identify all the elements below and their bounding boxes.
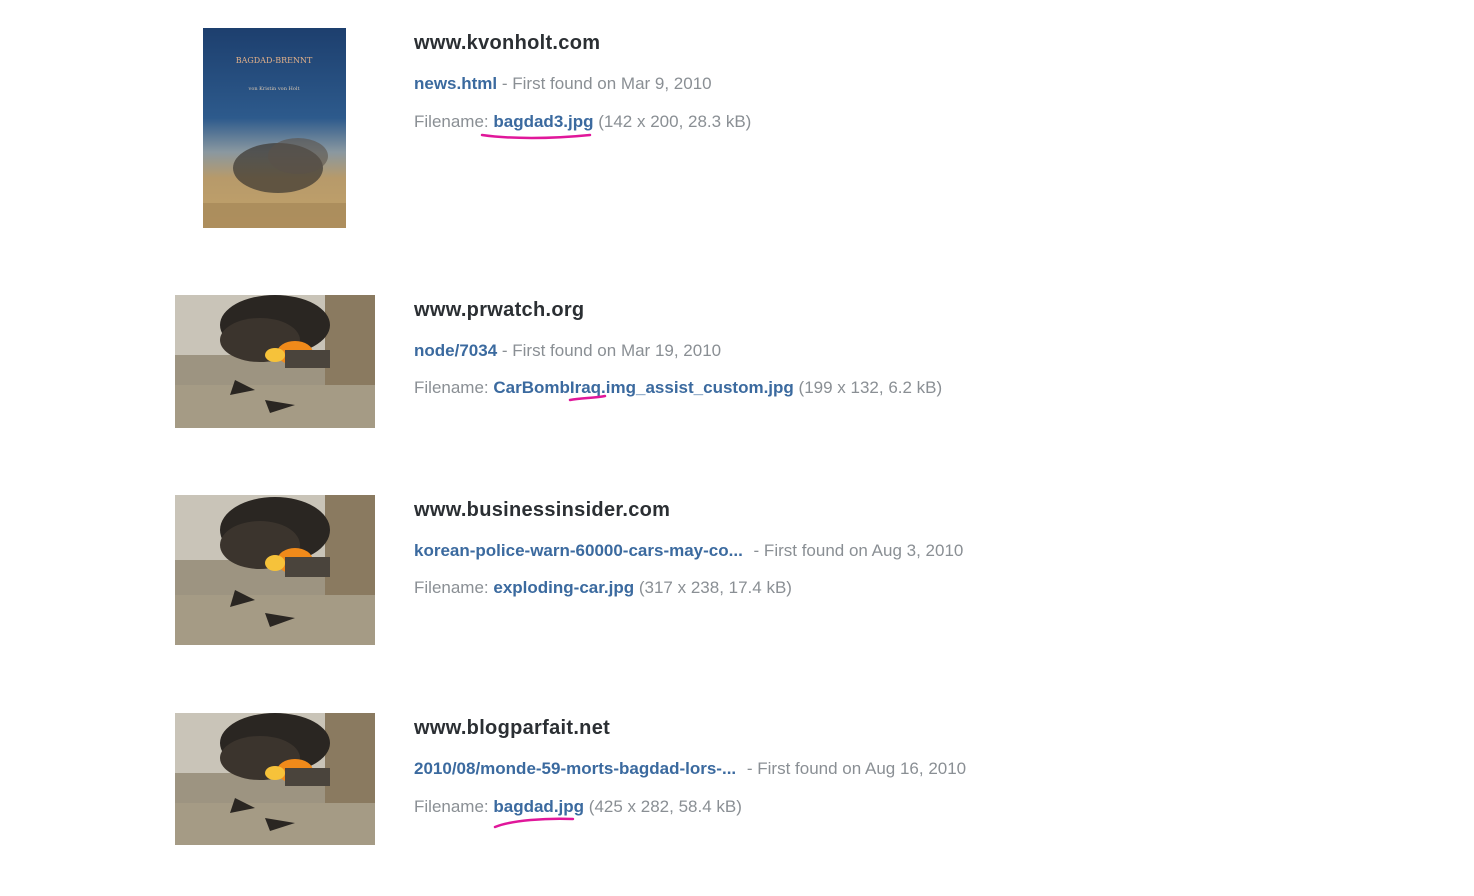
- page-link[interactable]: 2010/08/monde-59-morts-bagdad-lors-...: [414, 759, 736, 778]
- result-item: BAGDAD-BRENNT von Kristin von Holt www.k…: [0, 28, 1474, 238]
- result-thumbnail[interactable]: [175, 495, 375, 645]
- filename-link[interactable]: exploding-car.jpg: [493, 578, 634, 597]
- result-filename-line: Filename: bagdad3.jpg (142 x 200, 28.3 k…: [414, 112, 751, 132]
- result-domain: www.kvonholt.com: [414, 32, 601, 54]
- explosion-thumbnail-image: [175, 295, 375, 428]
- result-thumbnail[interactable]: BAGDAD-BRENNT von Kristin von Holt: [203, 28, 346, 228]
- page-link[interactable]: node/7034: [414, 341, 497, 360]
- result-source-line: node/7034 - First found on Mar 19, 2010: [414, 341, 721, 361]
- result-item: www.businessinsider.com korean-police-wa…: [0, 495, 1474, 645]
- first-found-text: - First found on Mar 19, 2010: [501, 341, 722, 360]
- filename-link[interactable]: bagdad3.jpg: [493, 112, 593, 131]
- result-domain: www.prwatch.org: [414, 299, 585, 321]
- poster-title-text: BAGDAD-BRENNT: [236, 56, 313, 65]
- filename-label: Filename:: [414, 797, 489, 816]
- first-found-text: - First found on Aug 3, 2010: [753, 541, 964, 560]
- explosion-thumbnail-image: [175, 495, 375, 645]
- filename-link[interactable]: bagdad.jpg: [493, 797, 584, 816]
- first-found-text: - First found on Mar 9, 2010: [501, 74, 712, 93]
- result-item: www.blogparfait.net 2010/08/monde-59-mor…: [0, 713, 1474, 853]
- result-filename-line: Filename: exploding-car.jpg (317 x 238, …: [414, 578, 792, 598]
- page-link[interactable]: news.html: [414, 74, 497, 93]
- file-meta-text: (199 x 132, 6.2 kB): [798, 378, 943, 397]
- filename-label: Filename:: [414, 578, 489, 597]
- result-item: www.prwatch.org node/7034 - First found …: [0, 295, 1474, 435]
- filename-link[interactable]: CarBombIraq.img_assist_custom.jpg: [493, 378, 793, 397]
- result-domain: www.blogparfait.net: [414, 717, 611, 739]
- result-source-line: korean-police-warn-60000-cars-may-co... …: [414, 541, 963, 561]
- result-filename-line: Filename: bagdad.jpg (425 x 282, 58.4 kB…: [414, 797, 742, 817]
- search-results-list: BAGDAD-BRENNT von Kristin von Holt www.k…: [0, 0, 1474, 896]
- result-thumbnail[interactable]: [175, 713, 375, 845]
- filename-label: Filename:: [414, 112, 489, 131]
- result-source-line: news.html - First found on Mar 9, 2010: [414, 74, 712, 94]
- explosion-thumbnail-image: [175, 713, 375, 845]
- first-found-text: - First found on Aug 16, 2010: [746, 759, 967, 778]
- filename-label: Filename:: [414, 378, 489, 397]
- result-source-line: 2010/08/monde-59-morts-bagdad-lors-... -…: [414, 759, 966, 779]
- page-link[interactable]: korean-police-warn-60000-cars-may-co...: [414, 541, 743, 560]
- result-domain: www.businessinsider.com: [414, 499, 671, 521]
- poster-author-text: von Kristin von Holt: [248, 86, 300, 92]
- result-filename-line: Filename: CarBombIraq.img_assist_custom.…: [414, 378, 942, 398]
- poster-thumbnail-image: BAGDAD-BRENNT von Kristin von Holt: [203, 28, 346, 228]
- result-thumbnail[interactable]: [175, 295, 375, 428]
- file-meta-text: (317 x 238, 17.4 kB): [638, 578, 792, 597]
- file-meta-text: (425 x 282, 58.4 kB): [588, 797, 742, 816]
- file-meta-text: (142 x 200, 28.3 kB): [598, 112, 752, 131]
